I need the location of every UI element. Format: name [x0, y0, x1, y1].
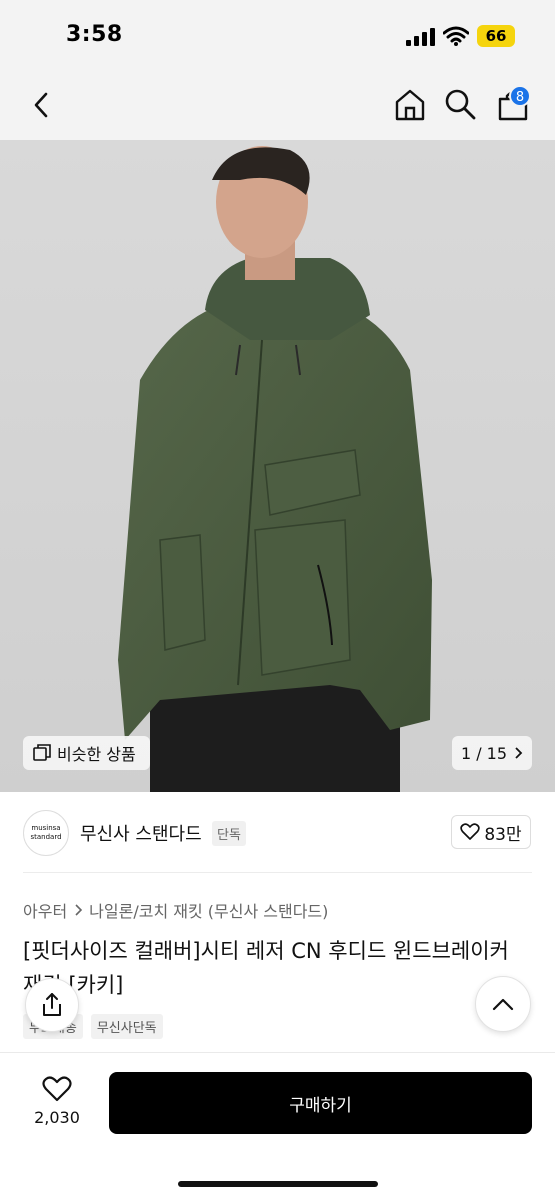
brand-name-link[interactable]: 무신사 스탠다드 [80, 820, 202, 846]
similar-items-icon [33, 744, 51, 761]
tag-musinsa-exclusive: 무신사단독 [90, 1014, 163, 1039]
share-icon [43, 993, 61, 1016]
scroll-to-top-button[interactable] [475, 976, 531, 1032]
image-pager-text: 1 / 15 [460, 743, 508, 763]
exclusive-badge: 단독 [212, 821, 246, 846]
cellular-signal-icon [406, 28, 435, 46]
breadcrumb-category[interactable]: 아우터 [23, 898, 67, 922]
brand-logo-line2: standard [30, 833, 62, 841]
home-indicator [178, 1181, 378, 1187]
similar-products-label: 비슷한 상품 [57, 745, 136, 764]
home-icon[interactable] [394, 88, 426, 122]
wishlist-heart-icon[interactable] [42, 1075, 72, 1103]
back-arrow-icon[interactable] [28, 90, 56, 120]
brand-like-button[interactable]: 83만 [451, 815, 531, 849]
buy-button[interactable]: 구매하기 [109, 1072, 532, 1134]
brand-logo-line1: musinsa [31, 824, 61, 832]
similar-products-button[interactable]: 비슷한 상품 [23, 736, 150, 770]
wifi-icon [443, 26, 469, 46]
product-title: [핏더사이즈 컬래버]시티 레저 CN 후디드 윈드브레이커 재킷 [카키] [23, 939, 509, 997]
section-divider [23, 872, 532, 873]
wishlist-count: 2,030 [34, 1108, 80, 1127]
brand-like-count: 83만 [484, 824, 522, 845]
product-image[interactable] [0, 140, 555, 792]
share-button[interactable] [25, 978, 79, 1032]
model-jacket-illustration [118, 146, 432, 792]
search-icon[interactable] [444, 88, 476, 120]
chevron-right-icon [515, 747, 523, 759]
heart-outline-icon [460, 823, 481, 840]
status-time: 3:58 [66, 22, 123, 47]
breadcrumb: 아우터 나일론/코치 재킷 (무신사 스탠다드) [23, 898, 328, 922]
battery-indicator: 66 [477, 25, 515, 47]
chevron-right-icon [75, 904, 83, 916]
breadcrumb-subcategory[interactable]: 나일론/코치 재킷 (무신사 스탠다드) [89, 898, 328, 922]
image-pager[interactable]: 1 / 15 [452, 736, 532, 770]
cart-count-badge: 8 [509, 85, 531, 107]
chevron-up-icon [492, 998, 514, 1011]
status-bar: 3:58 66 [0, 0, 555, 70]
brand-logo[interactable]: musinsa standard [23, 810, 69, 856]
top-nav-bar [0, 70, 555, 140]
